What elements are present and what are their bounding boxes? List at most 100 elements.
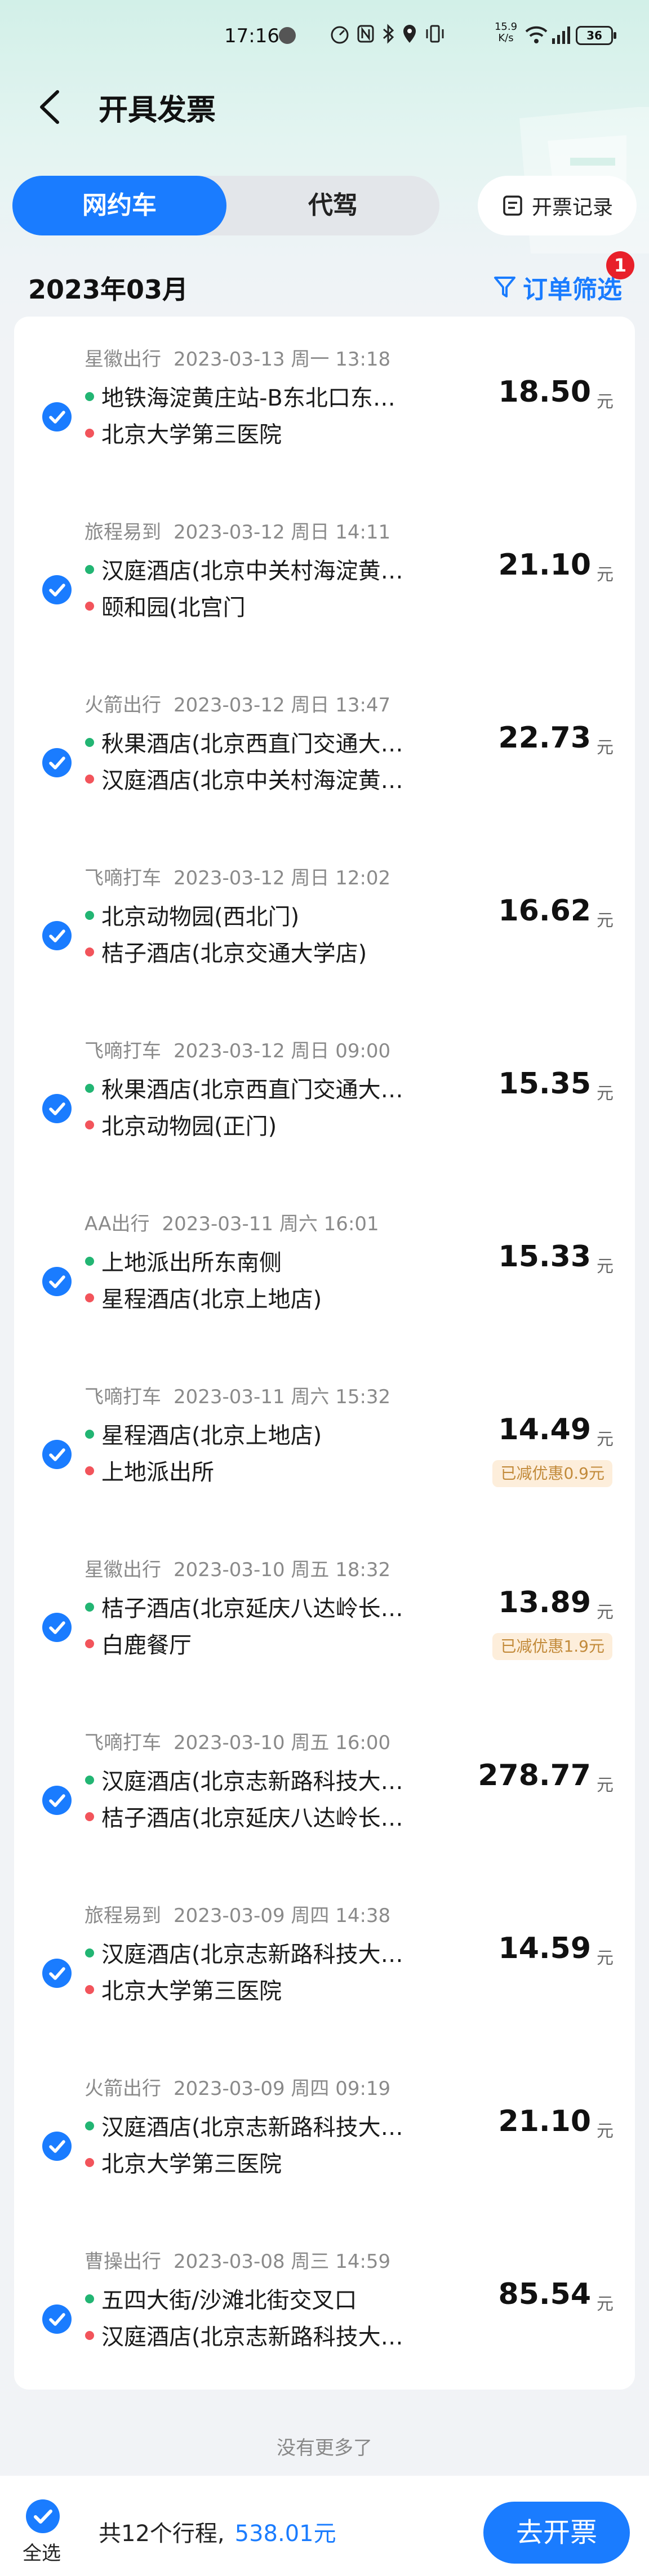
checkmark-icon bbox=[49, 757, 65, 769]
trip-datetime: 2023-03-11 周六 15:32 bbox=[174, 1386, 391, 1408]
checkmark-icon bbox=[34, 2510, 52, 2524]
trip-datetime: 2023-03-08 周三 14:59 bbox=[174, 2250, 391, 2273]
battery-indicator: 36 bbox=[576, 26, 616, 45]
checkmark-icon bbox=[49, 2140, 65, 2153]
invoice-records-button[interactable]: 开票记录 bbox=[478, 176, 637, 235]
origin-dot-icon bbox=[85, 1257, 94, 1266]
trip-item[interactable]: 火箭出行 2023-03-12 周日 13:47 秋果酒店(北京西直门交通大… 汉庭酒… bbox=[14, 662, 635, 835]
trip-provider: 星徽出行 bbox=[85, 1559, 161, 1581]
trip-provider: 曹操出行 bbox=[85, 2250, 161, 2273]
trip-item[interactable]: 飞嘀打车 2023-03-11 周六 15:32 星程酒店(北京上地店) 上地派出所 1… bbox=[14, 1354, 635, 1527]
network-speed-value: 15.9 bbox=[494, 21, 518, 33]
origin-dot-icon bbox=[85, 1948, 94, 1957]
origin-dot-icon bbox=[85, 738, 94, 747]
trip-provider: AA出行 bbox=[85, 1213, 150, 1235]
signal-4g-icon bbox=[552, 26, 570, 44]
price-unit: 元 bbox=[597, 1776, 614, 1795]
tab-ride-hailing[interactable]: 网约车 bbox=[12, 176, 226, 235]
select-all-checkbox[interactable] bbox=[26, 2499, 60, 2533]
invoice-records-label: 开票记录 bbox=[531, 196, 613, 219]
trip-destination: 汉庭酒店(北京志新路科技大… bbox=[101, 2324, 403, 2350]
trip-datetime: 2023-03-12 周日 12:02 bbox=[174, 867, 391, 889]
destination-dot-icon bbox=[85, 947, 94, 956]
trip-datetime: 2023-03-12 周日 09:00 bbox=[174, 1040, 391, 1062]
status-time: 17:16 bbox=[224, 25, 279, 47]
trip-item[interactable]: 旅程易到 2023-03-12 周日 14:11 汉庭酒店(北京中关村海淀黄… 颐和园… bbox=[14, 490, 635, 662]
trip-provider: 旅程易到 bbox=[85, 521, 161, 544]
trip-checkbox[interactable] bbox=[42, 2132, 72, 2161]
vibrate-icon bbox=[426, 25, 444, 43]
trip-origin: 汉庭酒店(北京中关村海淀黄… bbox=[101, 558, 403, 584]
tab-designated-driver[interactable]: 代驾 bbox=[226, 176, 439, 235]
origin-dot-icon bbox=[85, 911, 94, 920]
trip-meta: 火箭出行 2023-03-12 周日 13:47 bbox=[85, 689, 390, 717]
trip-item[interactable]: 飞嘀打车 2023-03-12 周日 09:00 秋果酒店(北京西直门交通大… 北京动… bbox=[14, 1008, 635, 1181]
bluetooth-icon bbox=[383, 24, 394, 44]
bottom-action-bar: 全选 共12个行程, 538.01元 去开票 bbox=[0, 2476, 649, 2576]
trip-checkbox[interactable] bbox=[42, 2304, 72, 2334]
trip-checkbox[interactable] bbox=[42, 1267, 72, 1296]
trip-destination: 北京大学第三医院 bbox=[101, 422, 282, 448]
trip-meta: 火箭出行 2023-03-09 周四 09:19 bbox=[85, 2073, 390, 2101]
trip-item[interactable]: AA出行 2023-03-11 周六 16:01 上地派出所东南侧 星程酒店(北京上地… bbox=[14, 1181, 635, 1354]
trip-checkbox[interactable] bbox=[42, 1613, 72, 1642]
checkmark-icon bbox=[49, 1967, 65, 1980]
trip-provider: 星徽出行 bbox=[85, 348, 161, 371]
trip-origin: 上地派出所东南侧 bbox=[101, 1250, 282, 1276]
total-amount: 538.01元 bbox=[234, 2521, 336, 2547]
origin-dot-icon bbox=[85, 2294, 94, 2303]
trip-destination: 北京动物园(正门) bbox=[101, 1114, 277, 1140]
trip-checkbox[interactable] bbox=[42, 748, 72, 777]
trip-checkbox[interactable] bbox=[42, 1440, 72, 1469]
trip-provider: 飞嘀打车 bbox=[85, 1040, 161, 1062]
trip-checkbox[interactable] bbox=[42, 1786, 72, 1815]
trip-price: 85.54 bbox=[498, 2277, 591, 2311]
trip-item[interactable]: 飞嘀打车 2023-03-10 周五 16:00 汉庭酒店(北京志新路科技大… 桔子酒… bbox=[14, 1700, 635, 1873]
trip-destination: 白鹿餐厅 bbox=[101, 1632, 192, 1658]
trip-checkbox[interactable] bbox=[42, 1094, 72, 1123]
nfc-icon bbox=[357, 25, 374, 43]
order-filter-button[interactable]: 订单筛选 1 bbox=[494, 251, 634, 305]
price-unit: 元 bbox=[597, 738, 614, 758]
trip-checkbox[interactable] bbox=[42, 575, 72, 604]
page-title: 开具发票 bbox=[99, 94, 216, 127]
issue-invoice-button[interactable]: 去开票 bbox=[483, 2502, 630, 2564]
trip-checkbox[interactable] bbox=[42, 921, 72, 950]
trip-item[interactable]: 星徽出行 2023-03-13 周一 13:18 地铁海淀黄庄站-B东北口东… 北京大… bbox=[14, 317, 635, 490]
checkmark-icon bbox=[49, 1794, 65, 1807]
trip-item[interactable]: 星徽出行 2023-03-10 周五 18:32 桔子酒店(北京延庆八达岭长… 白鹿餐… bbox=[14, 1527, 635, 1700]
back-arrow-icon[interactable] bbox=[34, 87, 68, 127]
checkmark-icon bbox=[49, 2313, 65, 2326]
destination-dot-icon bbox=[85, 429, 94, 438]
trip-meta: 飞嘀打车 2023-03-12 周日 09:00 bbox=[85, 1035, 390, 1063]
network-speed: 15.9 K/s bbox=[490, 21, 522, 44]
trip-origin: 桔子酒店(北京延庆八达岭长… bbox=[101, 1596, 403, 1622]
trip-item[interactable]: 旅程易到 2023-03-09 周四 14:38 汉庭酒店(北京志新路科技大… 北京大… bbox=[14, 1873, 635, 2046]
trip-meta: 飞嘀打车 2023-03-12 周日 12:02 bbox=[85, 862, 390, 890]
trip-datetime: 2023-03-09 周四 09:19 bbox=[174, 2077, 391, 2100]
trip-count-text: 共12个行程, bbox=[99, 2521, 225, 2547]
trip-datetime: 2023-03-13 周一 13:18 bbox=[174, 348, 391, 371]
price-unit: 元 bbox=[597, 911, 614, 931]
month-header: 2023年03月 bbox=[28, 274, 189, 305]
trip-price: 278.77 bbox=[478, 1759, 591, 1792]
trip-checkbox[interactable] bbox=[42, 402, 72, 431]
trip-provider: 旅程易到 bbox=[85, 1905, 161, 1927]
trip-checkbox[interactable] bbox=[42, 1959, 72, 1988]
trip-provider: 飞嘀打车 bbox=[85, 1732, 161, 1754]
trip-destination: 桔子酒店(北京延庆八达岭长… bbox=[101, 1805, 403, 1831]
origin-dot-icon bbox=[85, 1430, 94, 1439]
wifi-icon bbox=[525, 26, 548, 43]
price-unit: 元 bbox=[597, 1948, 614, 1968]
checkmark-icon bbox=[49, 1275, 65, 1288]
trip-item[interactable]: 曹操出行 2023-03-08 周三 14:59 五四大街/沙滩北街交叉口 汉庭酒店(… bbox=[14, 2219, 635, 2392]
trip-price: 18.50 bbox=[498, 375, 591, 409]
trip-item[interactable]: 飞嘀打车 2023-03-12 周日 12:02 北京动物园(西北门) 桔子酒店(北京… bbox=[14, 835, 635, 1008]
trip-datetime: 2023-03-12 周日 13:47 bbox=[174, 694, 391, 717]
checkmark-icon bbox=[49, 929, 65, 942]
trip-item[interactable]: 火箭出行 2023-03-09 周四 09:19 汉庭酒店(北京志新路科技大… 北京大… bbox=[14, 2046, 635, 2219]
destination-dot-icon bbox=[85, 2158, 94, 2167]
discount-tag: 已减优惠1.9元 bbox=[492, 1633, 612, 1660]
checkmark-icon bbox=[49, 1621, 65, 1634]
price-unit: 元 bbox=[597, 1603, 614, 1622]
